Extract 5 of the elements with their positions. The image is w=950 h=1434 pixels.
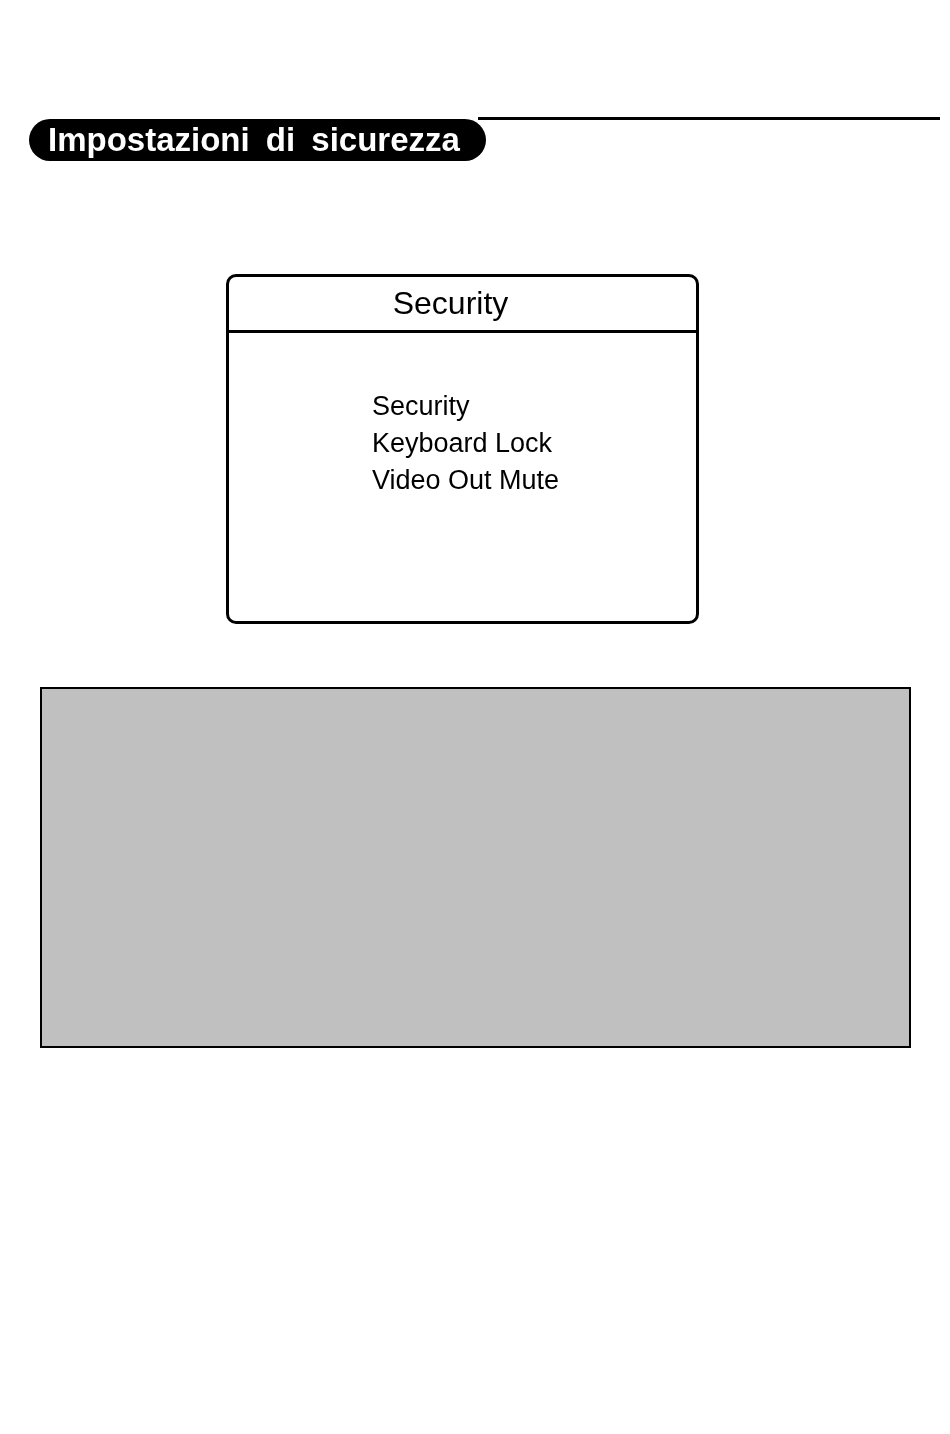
section-title: Impostazioni di sicurezza [29,119,486,161]
menu-item[interactable]: Video Out Mute [372,462,560,499]
menu-title: Security [229,277,696,333]
menu-item[interactable]: Security [372,388,470,425]
menu-item[interactable]: Keyboard Lock [372,425,553,462]
